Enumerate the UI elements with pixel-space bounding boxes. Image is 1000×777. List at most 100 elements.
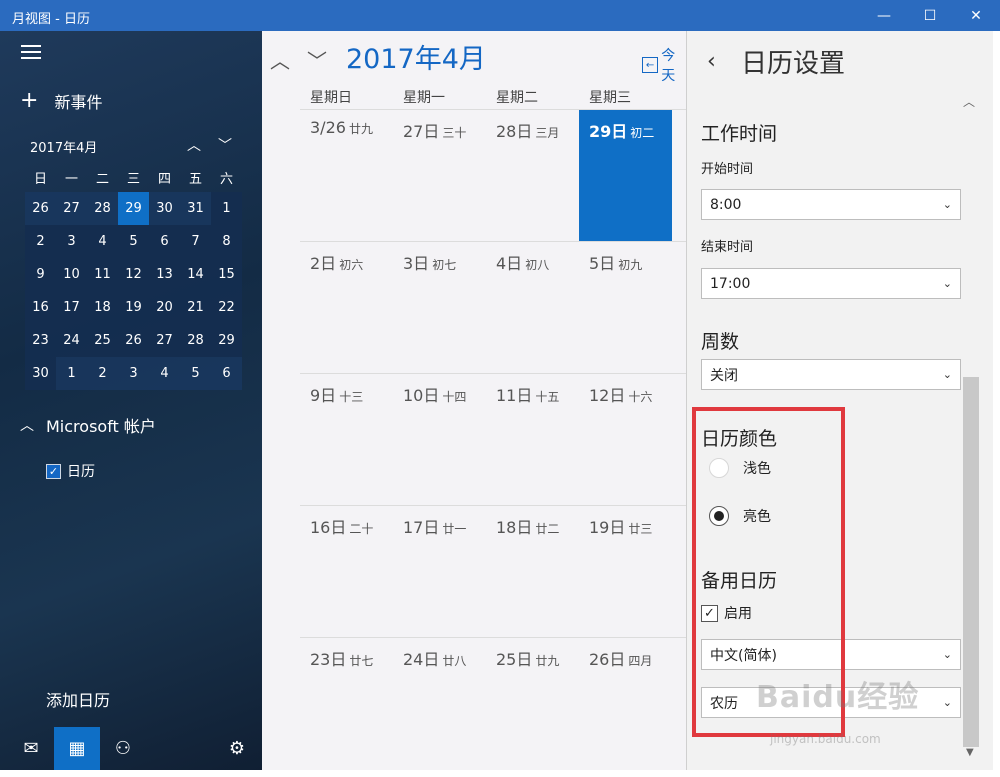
day-cell[interactable]: 5日 初九 [579, 242, 672, 373]
day-cell[interactable]: 28日 三月 [486, 110, 579, 241]
mini-day[interactable]: 3 [56, 225, 87, 258]
mini-day[interactable]: 29 [211, 324, 242, 357]
mini-day[interactable]: 16 [25, 291, 56, 324]
new-event-button[interactable]: + 新事件 [20, 88, 102, 114]
next-month-icon[interactable]: ﹀ [307, 45, 327, 74]
mini-day[interactable]: 26 [118, 324, 149, 357]
day-cell[interactable]: 26日 四月 [579, 638, 672, 769]
day-cell-today[interactable]: 29日 初二 [579, 110, 672, 241]
mini-day[interactable]: 13 [149, 258, 180, 291]
mini-day[interactable]: 8 [211, 225, 242, 258]
scroll-down-icon[interactable]: ▼ [966, 747, 974, 758]
day-cell[interactable]: 10日 十四 [393, 374, 486, 505]
day-cell[interactable]: 23日 廿七 [300, 638, 393, 769]
day-cell[interactable]: 24日 廿八 [393, 638, 486, 769]
mini-day[interactable]: 30 [149, 192, 180, 225]
hamburger-menu-icon[interactable] [21, 45, 41, 59]
day-cell[interactable]: 12日 十六 [579, 374, 672, 505]
lunar-date: 廿三 [628, 522, 653, 536]
mini-day[interactable]: 6 [149, 225, 180, 258]
mini-calendar-next-icon[interactable]: ﹀ [218, 135, 232, 155]
mini-calendar-title[interactable]: 2017年4月 [30, 137, 97, 156]
mini-day[interactable]: 22 [211, 291, 242, 324]
mini-day[interactable]: 2 [25, 225, 56, 258]
maximize-button[interactable]: ☐ [907, 0, 953, 31]
day-cell[interactable]: 18日 廿二 [486, 506, 579, 637]
month-week-row: 3/26 廿九 27日 三十 28日 三月 29日 初二 [300, 109, 686, 241]
mini-day[interactable]: 27 [56, 192, 87, 225]
lunar-date: 初九 [618, 258, 643, 272]
mini-day[interactable]: 14 [180, 258, 211, 291]
month-grid: 3/26 廿九 27日 三十 28日 三月 29日 初二 2日 初六 3日 初七 4日 初八 … [300, 109, 686, 769]
mail-icon[interactable]: ✉ [8, 727, 54, 770]
weekday-header-row: 星期日 星期一 星期二 星期三 [300, 81, 686, 109]
calendar-icon[interactable]: ▦ [54, 727, 100, 770]
day-cell[interactable]: 25日 廿九 [486, 638, 579, 769]
scroll-up-icon[interactable]: ︿ [963, 93, 975, 110]
mini-day[interactable]: 5 [180, 357, 211, 390]
mini-day[interactable]: 24 [56, 324, 87, 357]
day-cell[interactable]: 3/26 廿九 [300, 110, 393, 241]
mini-day[interactable]: 3 [118, 357, 149, 390]
mini-day[interactable]: 25 [87, 324, 118, 357]
minimize-button[interactable]: — [861, 0, 907, 31]
mini-day[interactable]: 9 [25, 258, 56, 291]
day-cell[interactable]: 19日 廿三 [579, 506, 672, 637]
mini-day[interactable]: 2 [87, 357, 118, 390]
mini-day[interactable]: 31 [180, 192, 211, 225]
today-button[interactable]: ← 今天 [642, 45, 686, 85]
month-title[interactable]: 2017年4月 [346, 37, 486, 76]
mini-day[interactable]: 10 [56, 258, 87, 291]
mini-day[interactable]: 12 [118, 258, 149, 291]
previous-month-icon[interactable]: ︿ [270, 45, 290, 74]
mini-day[interactable]: 17 [56, 291, 87, 324]
scrollbar-thumb[interactable] [963, 377, 979, 747]
mini-day[interactable]: 1 [211, 192, 242, 225]
week-numbers-dropdown[interactable]: 关闭 ⌄ [701, 359, 961, 390]
start-time-label: 开始时间 [701, 162, 754, 177]
day-cell[interactable]: 16日 二十 [300, 506, 393, 637]
day-cell[interactable]: 17日 廿一 [393, 506, 486, 637]
mini-day[interactable]: 1 [56, 357, 87, 390]
mini-day[interactable]: 28 [87, 192, 118, 225]
day-cell[interactable]: 11日 十五 [486, 374, 579, 505]
day-cell[interactable]: 9日 十三 [300, 374, 393, 505]
mini-day[interactable]: 20 [149, 291, 180, 324]
mini-calendar-week: 9 10 11 12 13 14 15 [25, 258, 242, 291]
week-numbers-value: 关闭 [710, 367, 738, 384]
day-cell[interactable]: 2日 初六 [300, 242, 393, 373]
mini-day[interactable]: 27 [149, 324, 180, 357]
mini-day[interactable]: 23 [25, 324, 56, 357]
day-number: 19日 [589, 518, 626, 537]
back-arrow-icon[interactable]: ‹ [707, 49, 716, 74]
day-cell[interactable]: 4日 初八 [486, 242, 579, 373]
mini-day[interactable]: 21 [180, 291, 211, 324]
mini-day[interactable]: 26 [25, 192, 56, 225]
mini-day[interactable]: 6 [211, 357, 242, 390]
add-calendar-link[interactable]: 添加日历 [46, 687, 110, 711]
calendar-visibility-toggle[interactable]: ✓ 日历 [46, 461, 95, 481]
mini-day[interactable]: 5 [118, 225, 149, 258]
start-time-dropdown[interactable]: 8:00 ⌄ [701, 189, 961, 220]
mini-day-today[interactable]: 29 [118, 192, 149, 225]
mini-day[interactable]: 28 [180, 324, 211, 357]
day-cell[interactable]: 27日 三十 [393, 110, 486, 241]
mini-day[interactable]: 19 [118, 291, 149, 324]
people-icon[interactable]: ⚇ [100, 727, 146, 770]
day-cell[interactable]: 3日 初七 [393, 242, 486, 373]
mini-calendar-prev-icon[interactable]: ︿ [187, 135, 201, 155]
mini-day[interactable]: 15 [211, 258, 242, 291]
mini-day[interactable]: 4 [87, 225, 118, 258]
mini-day[interactable]: 30 [25, 357, 56, 390]
mini-day[interactable]: 11 [87, 258, 118, 291]
mini-day[interactable]: 4 [149, 357, 180, 390]
close-button[interactable]: ✕ [953, 0, 999, 31]
mini-calendar: 日 一 二 三 四 五 六 26 27 28 29 30 31 1 2 3 4 … [25, 162, 242, 390]
gear-icon[interactable]: ⚙ [214, 727, 260, 770]
mini-day[interactable]: 18 [87, 291, 118, 324]
account-group-header[interactable]: ︿ Microsoft 帐户 [20, 413, 156, 437]
day-number: 28日 [496, 122, 533, 141]
mini-day[interactable]: 7 [180, 225, 211, 258]
lunar-date: 廿七 [349, 654, 374, 668]
end-time-dropdown[interactable]: 17:00 ⌄ [701, 268, 961, 299]
